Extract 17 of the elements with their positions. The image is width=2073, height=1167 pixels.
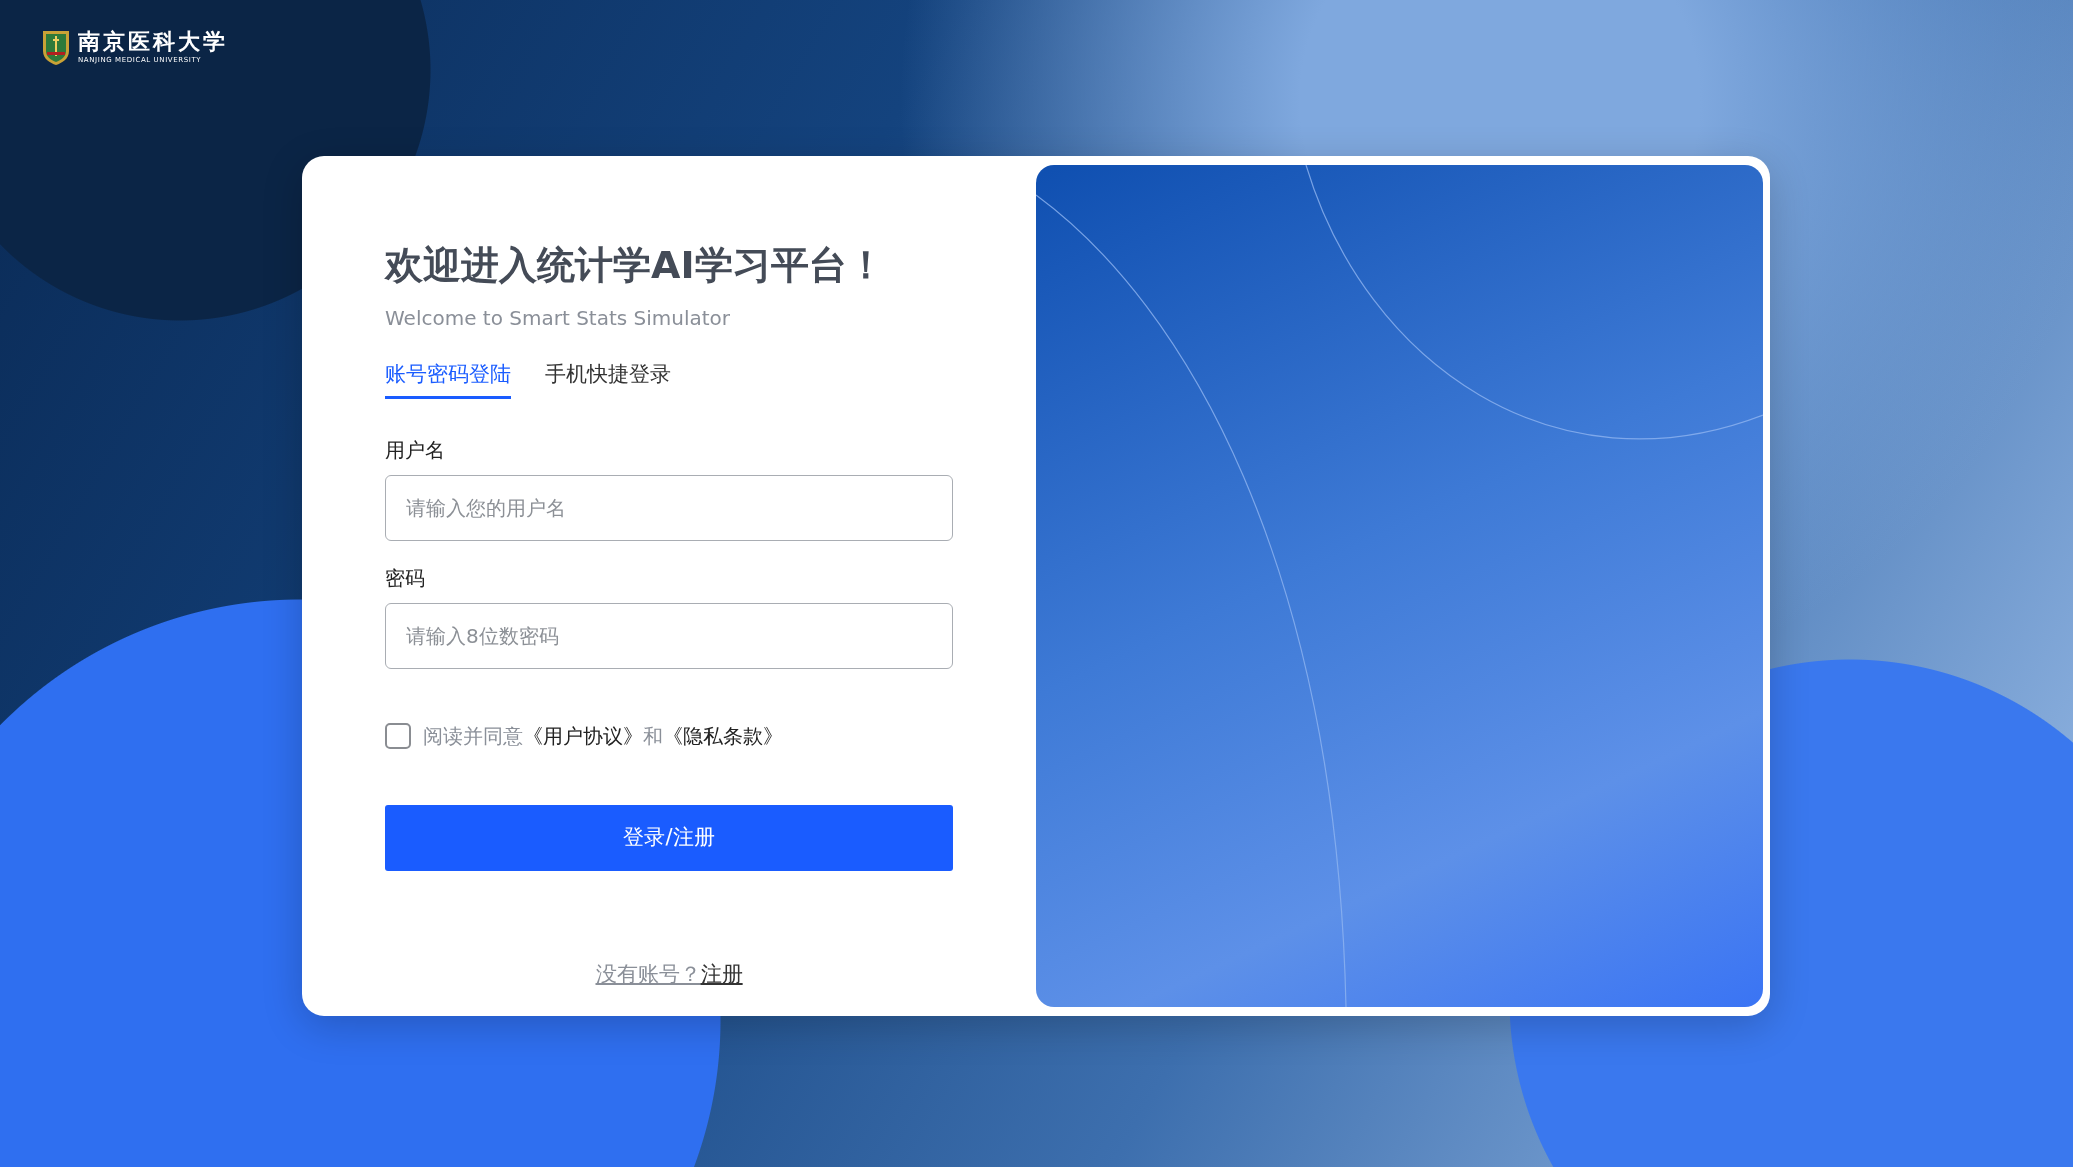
shield-logo-icon — [42, 30, 70, 66]
signup-prompt: 没有账号？注册 — [595, 962, 743, 987]
agreement-link[interactable]: 《用户协议》 — [523, 724, 643, 749]
input-field[interactable]: 请输入8位数密码 — [385, 603, 953, 670]
welcome-subtitle: Welcome to Smart Stats Simulator — [385, 304, 732, 332]
agreement-checkbox[interactable] — [385, 723, 411, 750]
agreement-link[interactable]: 《隐私条款》 — [663, 724, 783, 749]
input-field[interactable]: 请输入您的用户名 — [385, 475, 953, 542]
field-label: 用户名 — [385, 437, 446, 465]
agreement-text: 阅读并同意《用户协议》和《隐私条款》 — [423, 723, 783, 751]
field-label: 密码 — [385, 565, 426, 593]
welcome-title: 欢迎进入统计学AI学习平台！ — [385, 243, 886, 289]
signup-link[interactable]: 注册 — [700, 962, 743, 987]
login-tab[interactable]: 手机快捷登录 — [545, 358, 671, 400]
university-name: 南京医科大学 — [78, 30, 228, 52]
login-tab[interactable]: 账号密码登陆 — [385, 358, 511, 400]
login-register-button[interactable]: 登录/注册 — [385, 805, 953, 872]
